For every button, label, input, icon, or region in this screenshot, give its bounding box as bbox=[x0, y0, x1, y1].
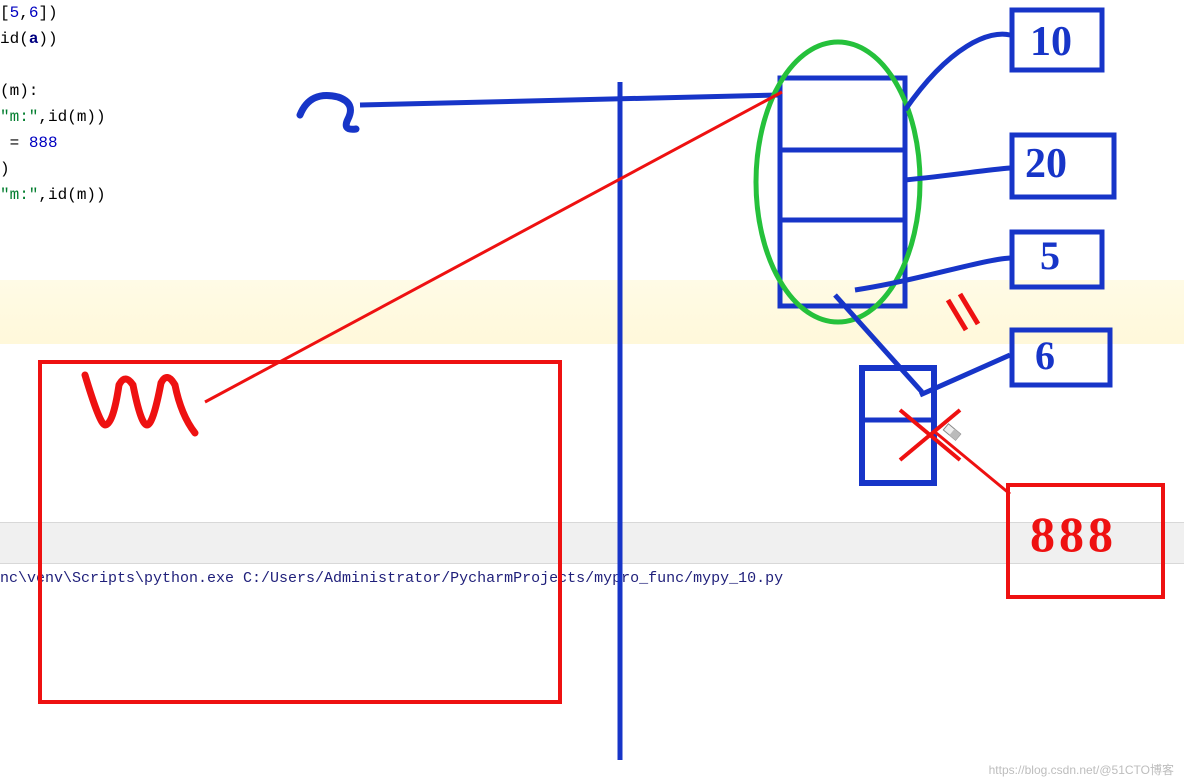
code-line: = 888 bbox=[0, 130, 300, 156]
editor-code-area[interactable]: [5,6]) id(a)) (m): "m:",id(m)) = 888 ) "… bbox=[0, 0, 300, 208]
annotation-label-5: 5 bbox=[1040, 232, 1060, 279]
annotation-box-20 bbox=[1012, 135, 1114, 197]
annotation-ptr-6 bbox=[920, 355, 1010, 395]
selection-highlight bbox=[0, 280, 1184, 344]
code-line: "m:",id(m)) bbox=[0, 182, 300, 208]
watermark-text: https://blog.csdn.net/@51CTO博客 bbox=[989, 761, 1174, 778]
annotation-glyph-m bbox=[85, 375, 195, 433]
annotation-label-20: 20 bbox=[1025, 140, 1067, 188]
code-line bbox=[0, 52, 300, 78]
code-line: id(a)) bbox=[0, 26, 300, 52]
code-line: [5,6]) bbox=[0, 0, 300, 26]
annotation-label-10: 10 bbox=[1030, 18, 1072, 66]
code-line: "m:",id(m)) bbox=[0, 104, 300, 130]
annotation-glyph-a bbox=[300, 95, 356, 129]
console-output-line: nc\venv\Scripts\python.exe C:/Users/Admi… bbox=[0, 570, 783, 587]
annotation-ptr-888 bbox=[935, 432, 1010, 494]
annotation-x1 bbox=[900, 410, 960, 460]
annotation-box-5 bbox=[1012, 232, 1102, 287]
annotation-box-10 bbox=[1012, 10, 1102, 70]
annotation-sublist-box bbox=[862, 368, 934, 483]
code-line: ) bbox=[0, 156, 300, 182]
annotation-arrow-a bbox=[360, 95, 780, 105]
annotation-list-box bbox=[780, 78, 905, 306]
annotation-ptr-20 bbox=[905, 168, 1010, 180]
cursor-icon bbox=[938, 418, 966, 446]
annotation-x2 bbox=[900, 410, 960, 460]
console-divider bbox=[0, 522, 1184, 564]
annotation-ptr-10 bbox=[905, 34, 1010, 110]
code-line: (m): bbox=[0, 78, 300, 104]
